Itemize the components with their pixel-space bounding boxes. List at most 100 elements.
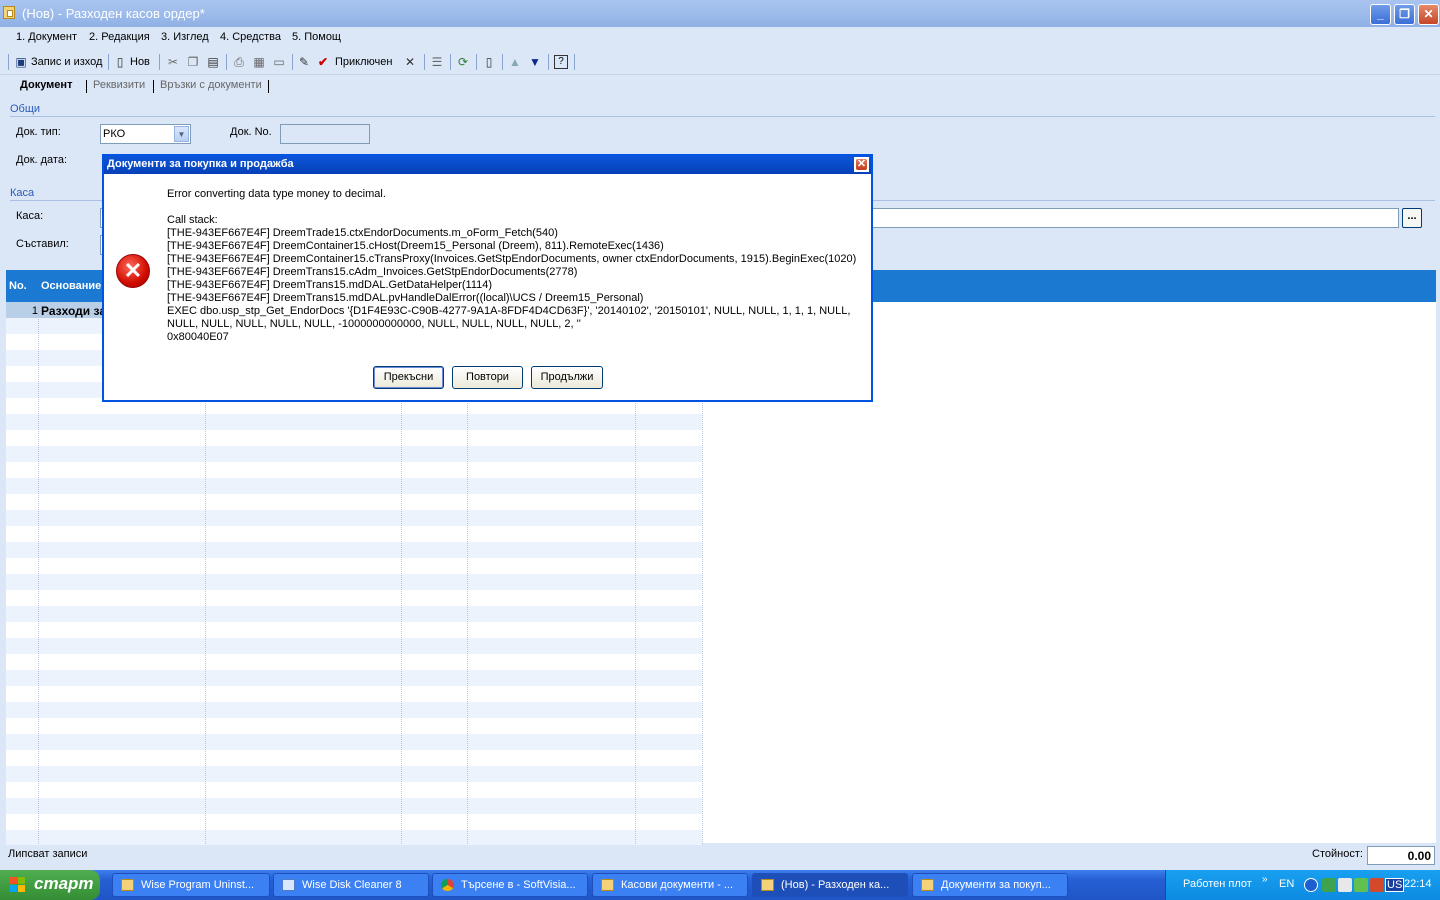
menu-help[interactable]: 5. Помощ: [292, 31, 341, 43]
document-icon[interactable]: ▯: [482, 55, 496, 69]
table-row[interactable]: [6, 558, 702, 574]
table-row[interactable]: [6, 446, 702, 462]
abort-button[interactable]: Прекъсни: [373, 366, 444, 389]
tab-document[interactable]: Документ: [20, 79, 72, 91]
menu-edit[interactable]: 2. Редакция: [89, 31, 150, 43]
desktop-toolbar-label[interactable]: Работен плот: [1183, 878, 1252, 890]
task-label: Документи за покуп...: [941, 879, 1051, 891]
task-expense-order[interactable]: (Нов) - Разходен ка...: [752, 873, 908, 897]
table-row[interactable]: [6, 798, 702, 814]
close-button[interactable]: ✕: [1418, 4, 1439, 25]
table-row[interactable]: [6, 654, 702, 670]
column-header-reason[interactable]: Основание: [41, 280, 101, 292]
dialog-close-button[interactable]: ✕: [854, 157, 869, 172]
copy-icon[interactable]: ❐: [186, 55, 200, 69]
table-row[interactable]: [6, 686, 702, 702]
dialog-title-bar[interactable]: Документи за покупка и продажба ✕: [104, 156, 871, 174]
table-row[interactable]: [6, 766, 702, 782]
keyboard-layout-indicator[interactable]: US: [1385, 878, 1405, 892]
security-icon[interactable]: [1354, 878, 1368, 892]
arrow-up-icon[interactable]: ▲: [508, 55, 522, 69]
print-preview-icon[interactable]: ▦: [252, 55, 266, 69]
toolbar-separator: [476, 54, 477, 70]
doc-no-field[interactable]: [280, 124, 370, 144]
folder-icon: [121, 879, 134, 891]
print-icon[interactable]: ⎙: [232, 55, 246, 69]
table-row[interactable]: [6, 638, 702, 654]
task-wise-disk-cleaner[interactable]: Wise Disk Cleaner 8: [273, 873, 429, 897]
save-icon: ▣: [15, 55, 27, 69]
edit-icon[interactable]: ✎: [297, 55, 311, 69]
arrow-down-icon[interactable]: ▼: [528, 55, 542, 69]
doc-date-label: Док. дата:: [16, 154, 67, 166]
menu-view[interactable]: 3. Изглед: [161, 31, 209, 43]
cashbox-browse-button[interactable]: ...: [1402, 208, 1422, 228]
table-row[interactable]: [6, 718, 702, 734]
toolbar-separator: [292, 54, 293, 70]
start-button[interactable]: старт: [0, 870, 100, 900]
column-header-no[interactable]: No.: [9, 280, 27, 292]
paste-icon[interactable]: ▤: [206, 55, 220, 69]
tab-requisites[interactable]: Реквизити: [93, 79, 145, 91]
doc-type-select[interactable]: РКО ▼: [100, 124, 191, 144]
table-row[interactable]: [6, 782, 702, 798]
task-wise-program-uninstaller[interactable]: Wise Program Uninst...: [112, 873, 270, 897]
delete-icon[interactable]: ✕: [403, 55, 417, 69]
help-icon[interactable]: ?: [554, 55, 568, 69]
tab-linked-documents[interactable]: Връзки с документи: [160, 79, 262, 91]
section-divider: [10, 116, 1435, 117]
tab-separator: [86, 80, 87, 93]
task-cash-documents[interactable]: Касови документи - ...: [592, 873, 748, 897]
table-row[interactable]: [6, 830, 702, 846]
table-row[interactable]: [6, 622, 702, 638]
minimize-button[interactable]: _: [1370, 4, 1391, 25]
chevron-right-icon[interactable]: »: [1262, 874, 1268, 885]
table-row[interactable]: [6, 494, 702, 510]
table-row[interactable]: [6, 814, 702, 830]
refresh-icon[interactable]: ⟳: [456, 55, 470, 69]
menu-tools[interactable]: 4. Средства: [220, 31, 281, 43]
table-row[interactable]: [6, 670, 702, 686]
error-dialog: Документи за покупка и продажба ✕ ✕ Erro…: [102, 154, 873, 402]
language-indicator[interactable]: EN: [1279, 878, 1294, 890]
toolbar-separator: [226, 54, 227, 70]
finish-button[interactable]: Приключен: [335, 53, 392, 71]
chevron-down-icon[interactable]: ▼: [174, 126, 189, 142]
toolbar-separator: [574, 54, 575, 70]
table-row[interactable]: [6, 734, 702, 750]
table-row[interactable]: [6, 702, 702, 718]
table-row[interactable]: [6, 462, 702, 478]
window-title-bar[interactable]: (Нов) - Разходен касов ордер* _ ❐ ✕: [0, 0, 1440, 27]
table-row[interactable]: [6, 606, 702, 622]
cut-icon[interactable]: ✂: [166, 55, 180, 69]
clock[interactable]: 22:14: [1404, 878, 1432, 890]
table-row[interactable]: [6, 478, 702, 494]
table-row[interactable]: [6, 750, 702, 766]
page-setup-icon[interactable]: ▭: [272, 55, 286, 69]
task-purchase-sale-documents[interactable]: Документи за покуп...: [912, 873, 1068, 897]
save-exit-button[interactable]: Запис и изход: [31, 53, 102, 71]
continue-button[interactable]: Продължи: [531, 366, 603, 389]
restore-button[interactable]: ❐: [1394, 4, 1415, 25]
table-row[interactable]: [6, 510, 702, 526]
collapse-tray-icon[interactable]: [1304, 878, 1318, 892]
toolbar-separator: [548, 54, 549, 70]
table-row[interactable]: [6, 414, 702, 430]
table-row[interactable]: [6, 430, 702, 446]
app-icon: [3, 6, 15, 19]
table-row[interactable]: [6, 574, 702, 590]
new-button[interactable]: Нов: [130, 53, 150, 71]
task-chrome-search[interactable]: Търсене в - SoftVisia...: [432, 873, 588, 897]
retry-button[interactable]: Повтори: [452, 366, 523, 389]
windows-logo-red: [10, 877, 17, 884]
doc-type-value: РКО: [103, 128, 126, 140]
status-bar: Липсват записи Стойност: 0.00: [0, 845, 1440, 870]
table-row[interactable]: [6, 590, 702, 606]
network-icon[interactable]: [1322, 878, 1336, 892]
list-icon[interactable]: ☰: [430, 55, 444, 69]
menu-document[interactable]: 1. Документ: [16, 31, 77, 43]
table-row[interactable]: [6, 526, 702, 542]
speaker-icon[interactable]: [1338, 878, 1352, 892]
app-tray-icon[interactable]: [1370, 878, 1384, 892]
table-row[interactable]: [6, 542, 702, 558]
